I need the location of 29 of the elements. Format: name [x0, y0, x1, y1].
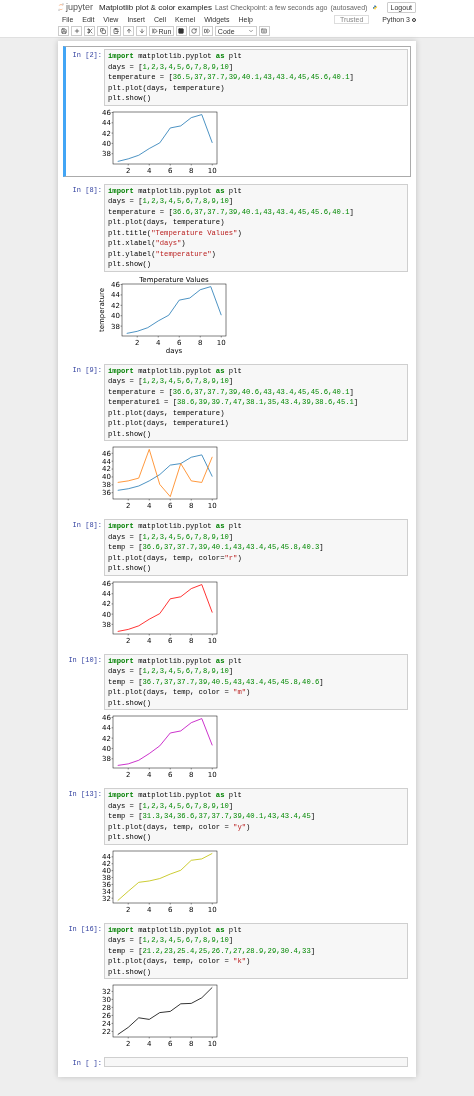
code-input[interactable]	[104, 1057, 408, 1067]
plus-button[interactable]	[71, 26, 82, 36]
caret-icon	[247, 28, 254, 34]
notebook-title[interactable]: Matplotlib plot & color examples	[99, 2, 212, 12]
paste-icon	[112, 28, 119, 34]
fast-forward-icon	[204, 28, 211, 34]
keyboard-button[interactable]	[258, 26, 270, 36]
stop-button[interactable]	[175, 26, 187, 36]
down-arrow-button[interactable]	[136, 26, 147, 36]
copy-button[interactable]	[97, 26, 108, 36]
save-icon	[60, 28, 67, 34]
restart-button[interactable]	[188, 26, 200, 36]
copy-icon	[99, 28, 106, 34]
up-arrow-icon	[125, 28, 132, 34]
save-button[interactable]	[58, 26, 69, 36]
code-input[interactable]	[104, 363, 408, 441]
stop-icon	[178, 28, 185, 34]
up-arrow-button[interactable]	[123, 26, 134, 36]
paste-button[interactable]	[110, 26, 121, 36]
logo-text: jupyter	[66, 2, 93, 12]
keyboard-icon	[261, 28, 268, 34]
restart-icon	[191, 28, 198, 34]
plus-icon	[73, 28, 80, 34]
run-all-button[interactable]	[201, 26, 213, 36]
code-input[interactable]	[104, 183, 408, 272]
step-forward-icon	[151, 28, 158, 34]
scissors-icon	[86, 28, 93, 34]
down-arrow-icon	[138, 28, 145, 34]
scissors-button[interactable]	[84, 26, 95, 36]
